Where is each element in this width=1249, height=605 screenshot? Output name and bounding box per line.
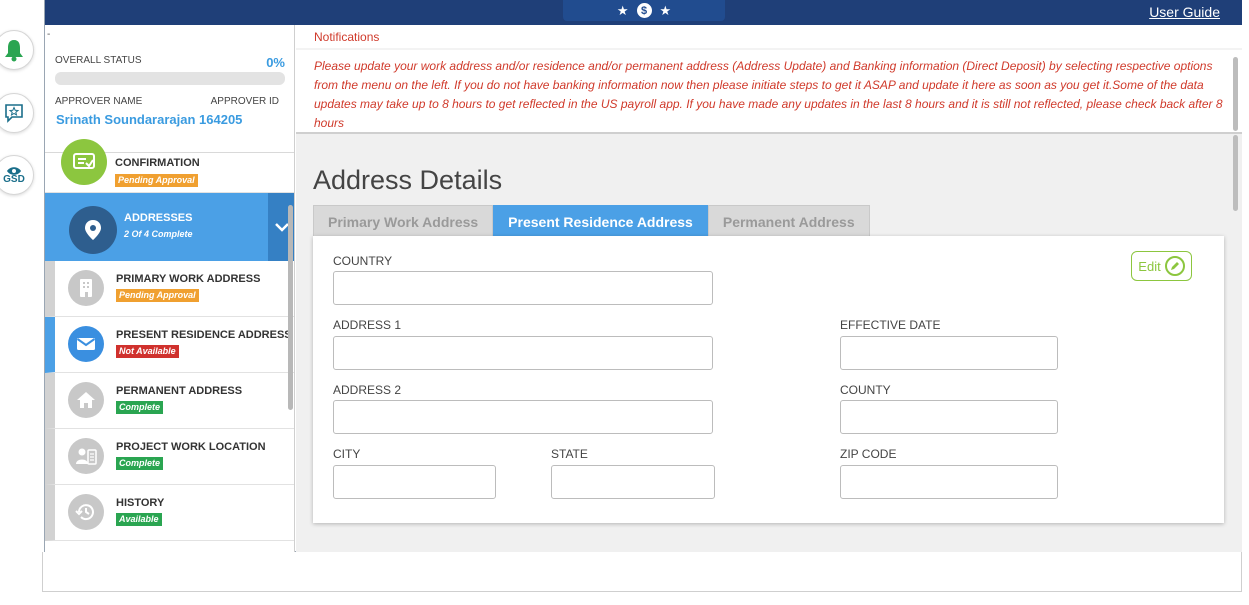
country-field[interactable] [333, 271, 713, 305]
divider [42, 591, 1242, 592]
address1-field[interactable] [333, 336, 713, 370]
app-frame: ★ $ ★ User Guide - OVERALL STATUS 0% APP… [44, 0, 1242, 552]
history-icon [68, 494, 104, 530]
pencil-icon [1164, 256, 1185, 276]
main-content: Notifications Please update your work ad… [296, 25, 1242, 552]
tab-permanent-address[interactable]: Permanent Address [707, 205, 870, 238]
gsd-label: GSD [3, 173, 25, 185]
approver-value: Srinath Soundararajan 164205 [56, 112, 243, 127]
location-pin-icon [69, 206, 117, 254]
notifications-title: Notifications [314, 30, 380, 44]
feedback-button[interactable] [0, 93, 34, 133]
status-badge: Complete [116, 401, 164, 414]
logo: ★ $ ★ [563, 0, 725, 21]
effective-date-label: EFFECTIVE DATE [840, 318, 941, 332]
page-title: Address Details [313, 165, 503, 195]
city-field[interactable] [333, 465, 496, 499]
sidebar-item-confirmation[interactable]: CONFIRMATION Pending Approval [45, 139, 294, 193]
sidebar-item-label: PRIMARY WORK ADDRESS [116, 273, 261, 285]
edit-button[interactable]: Edit [1131, 251, 1192, 281]
home-icon [68, 382, 104, 418]
zip-code-field[interactable] [840, 465, 1058, 499]
approver-id-label: APPROVER ID [210, 96, 279, 107]
address1-label: ADDRESS 1 [333, 318, 402, 332]
divider [296, 48, 1242, 50]
divider [1241, 552, 1242, 592]
country-label: COUNTRY [333, 254, 393, 268]
status-badge: Available [116, 513, 162, 526]
bell-icon [5, 40, 23, 62]
sidebar-item-label: PERMANENT ADDRESS [116, 385, 243, 397]
gsd-button[interactable]: GSD [0, 155, 34, 195]
address2-field[interactable] [333, 400, 713, 434]
sidebar-item-primary-work-address[interactable]: PRIMARY WORK ADDRESS Pending Approval [45, 261, 294, 317]
confirmation-icon [61, 139, 107, 185]
chat-star-icon [5, 104, 23, 123]
top-bar: ★ $ ★ User Guide [45, 0, 1242, 25]
tab-primary-work-address[interactable]: Primary Work Address [313, 205, 494, 238]
overall-status-value: 0% [266, 55, 285, 70]
sidebar-scrollbar[interactable] [288, 205, 293, 410]
status-badge: Pending Approval [116, 289, 199, 302]
state-label: STATE [551, 447, 588, 461]
sidebar-item-label: ADDRESSES [124, 212, 193, 224]
sidebar-item-label: HISTORY [116, 497, 165, 509]
effective-date-field[interactable] [840, 336, 1058, 370]
address2-label: ADDRESS 2 [333, 383, 402, 397]
notifications-text: Please update your work address and/or r… [314, 59, 1223, 130]
sidebar-item-label: PRESENT RESIDENCE ADDRESS [116, 329, 292, 341]
sidebar-item-label: PROJECT WORK LOCATION [116, 441, 266, 453]
overall-status-label: OVERALL STATUS [55, 55, 142, 66]
status-panel: - OVERALL STATUS 0% APPROVER NAME APPROV… [45, 25, 294, 153]
person-badge-icon [68, 438, 104, 474]
address-tabs: Primary Work Address Present Residence A… [313, 205, 870, 238]
status-badge: Pending Approval [115, 174, 198, 187]
county-field[interactable] [840, 400, 1058, 434]
divider [42, 552, 43, 592]
envelope-icon [68, 326, 104, 362]
building-icon [68, 270, 104, 306]
edit-label: Edit [1138, 258, 1161, 274]
city-label: CITY [333, 447, 361, 461]
state-field[interactable] [551, 465, 715, 499]
county-label: COUNTY [840, 383, 891, 397]
zip-code-label: ZIP CODE [840, 447, 897, 461]
notifications-scrollbar[interactable] [1233, 57, 1238, 131]
star-icon: ★ [659, 3, 672, 18]
status-badge: Complete [116, 457, 164, 470]
dollar-icon: $ [636, 3, 652, 18]
progress-subline: 2 Of 4 Complete [124, 229, 193, 239]
sidebar-item-project-work-location[interactable]: PROJECT WORK LOCATION Complete [45, 429, 294, 485]
dash-text: - [47, 29, 51, 40]
sidebar-item-present-residence-address[interactable]: PRESENT RESIDENCE ADDRESS Not Available [45, 317, 294, 373]
user-guide-link[interactable]: User Guide [1149, 4, 1220, 20]
sidebar-item-permanent-address[interactable]: PERMANENT ADDRESS Complete [45, 373, 294, 429]
sidebar: - OVERALL STATUS 0% APPROVER NAME APPROV… [45, 25, 295, 552]
overall-progress-bar [55, 72, 285, 85]
main-scrollbar[interactable] [1233, 135, 1238, 211]
notifications-panel: Notifications Please update your work ad… [296, 25, 1242, 134]
sidebar-item-history[interactable]: HISTORY Available [45, 485, 294, 541]
star-icon: ★ [616, 3, 629, 18]
sidebar-item-label: CONFIRMATION [115, 157, 200, 169]
address-form-card: Edit COUNTRY ADDRESS 1 EFFECTIVE DATE AD… [313, 236, 1224, 523]
notifications-bell-button[interactable] [0, 30, 34, 70]
tab-present-residence-address[interactable]: Present Residence Address [493, 205, 708, 238]
sidebar-item-addresses[interactable]: ADDRESSES 2 Of 4 Complete [45, 193, 294, 261]
status-badge: Not Available [116, 345, 179, 358]
nav-list: CONFIRMATION Pending Approval ADDRESSES … [45, 139, 294, 541]
approver-name-label: APPROVER NAME [55, 96, 143, 107]
